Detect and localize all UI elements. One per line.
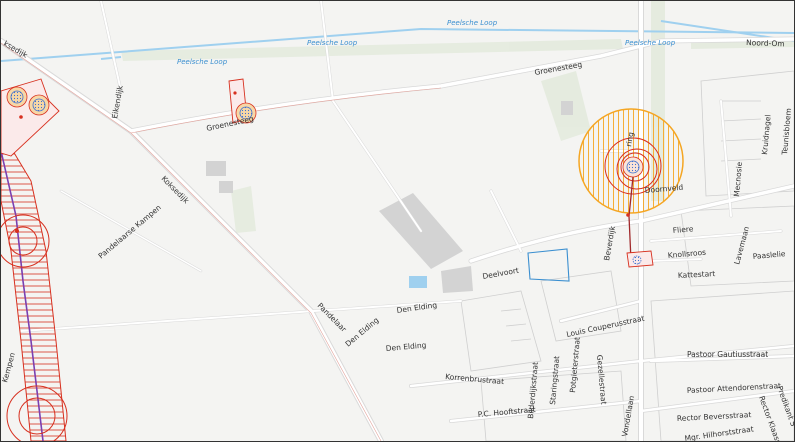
site-point bbox=[19, 115, 23, 119]
water-label: Peelsche Loop bbox=[307, 39, 358, 47]
hazard-site-marker[interactable] bbox=[6, 86, 28, 108]
pond bbox=[409, 276, 427, 288]
water-label: Peelsche Loop bbox=[177, 58, 228, 66]
site-point bbox=[626, 213, 630, 217]
street-label: Pastoor Gautiusstraat bbox=[687, 350, 768, 359]
map-frame[interactable]: Peelsche Loop Peelsche Loop Peelsche Loo… bbox=[0, 0, 795, 442]
hazard-site-marker[interactable] bbox=[622, 156, 644, 178]
site-point bbox=[233, 91, 237, 95]
water-label: Peelsche Loop bbox=[625, 39, 676, 47]
small-site-marker[interactable] bbox=[632, 255, 642, 265]
water-label: Peelsche Loop bbox=[447, 19, 498, 27]
pipeline-node bbox=[15, 229, 19, 233]
map-canvas[interactable]: Peelsche Loop Peelsche Loop Peelsche Loo… bbox=[1, 1, 794, 441]
hazard-site-marker[interactable] bbox=[28, 94, 50, 116]
street-label: Fliere bbox=[672, 224, 694, 235]
street-label: Noord-Om bbox=[746, 38, 785, 48]
